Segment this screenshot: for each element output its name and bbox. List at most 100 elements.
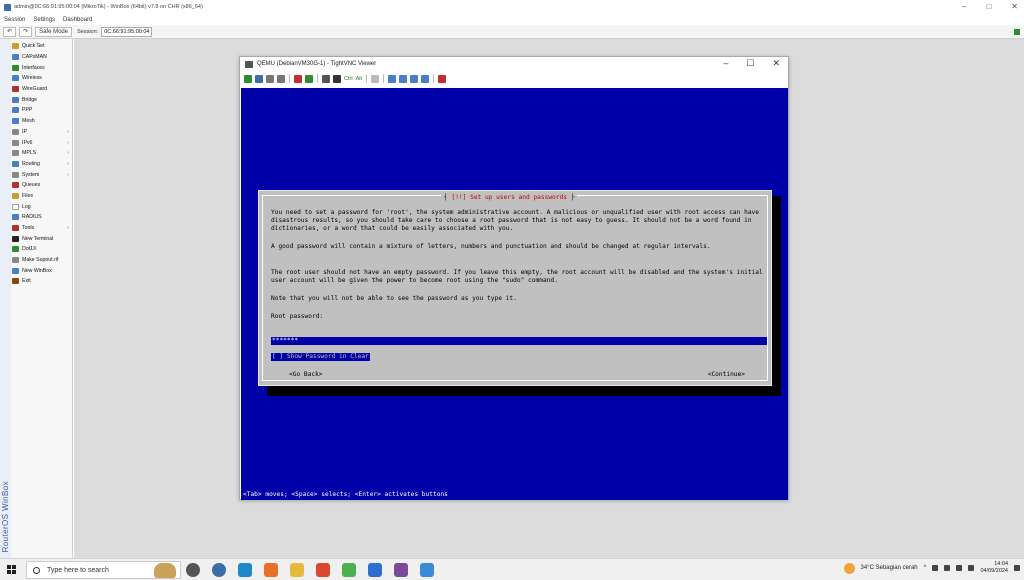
- go-back-button[interactable]: <Go Back>: [289, 371, 323, 378]
- supout-icon: [12, 257, 19, 264]
- show-password-checkbox[interactable]: [ ] Show Password in Clear: [271, 353, 370, 361]
- weather-text[interactable]: 34°C Sebagian cerah: [861, 565, 918, 571]
- win-key-icon[interactable]: [333, 74, 341, 83]
- sidebar-item-ipv6[interactable]: IPv6 ›: [12, 137, 72, 148]
- widgets-icon[interactable]: [212, 563, 226, 577]
- options-icon[interactable]: [266, 74, 274, 83]
- sidebar-item-dot1x[interactable]: Dot1X: [12, 244, 72, 255]
- refresh-icon[interactable]: [305, 74, 313, 83]
- zoom-out-icon[interactable]: [398, 74, 407, 83]
- title-bracket-right: ├: [570, 194, 575, 201]
- sidebar-item-new-terminal[interactable]: New Terminal: [12, 233, 72, 244]
- ppp-icon: [12, 107, 19, 114]
- submenu-arrow-icon: ›: [67, 160, 69, 167]
- sidebar-item-mpls[interactable]: MPLS ›: [12, 148, 72, 159]
- vnc-close-icon[interactable]: ✕: [772, 58, 780, 69]
- tools-icon: [12, 225, 19, 232]
- vnc-toolbar: Ctrl Alt: [240, 72, 788, 85]
- sidebar-item-label: New WinBox: [22, 267, 52, 274]
- taskbar-search-box[interactable]: Type here to search: [26, 561, 181, 579]
- session-field[interactable]: 0C:66:91:95:00:04: [101, 26, 153, 37]
- zoom-in-icon[interactable]: [387, 74, 396, 83]
- network-icon[interactable]: [944, 565, 951, 571]
- chrome-icon[interactable]: [316, 563, 330, 577]
- menu-settings[interactable]: Settings: [33, 17, 55, 23]
- app-icon-2[interactable]: [368, 563, 382, 577]
- sidebar-item-radius[interactable]: RADIUS: [12, 212, 72, 223]
- pen-icon[interactable]: [932, 565, 939, 571]
- battery-icon[interactable]: [968, 565, 975, 571]
- file-explorer-icon[interactable]: [290, 563, 304, 577]
- new-connection-icon[interactable]: [244, 74, 252, 83]
- sidebar-item-label: Bridge: [22, 96, 37, 103]
- ctrl-alt-del-icon[interactable]: [322, 74, 330, 83]
- vnc-remote-screen[interactable]: ┤ [!!] Set up users and passwords ├ You …: [241, 88, 788, 500]
- toolbar-separator: [432, 74, 434, 83]
- fullscreen-icon[interactable]: [437, 74, 446, 83]
- close-icon[interactable]: ✕: [1011, 2, 1018, 11]
- tightvnc-icon[interactable]: [420, 563, 434, 577]
- vnc-maximize-icon[interactable]: ☐: [746, 58, 754, 69]
- alt-key-toggle[interactable]: Alt: [356, 76, 362, 82]
- taskbar-clock[interactable]: 14:04 04/09/2024: [980, 561, 1008, 575]
- dialog-title-text: [!!] Set up users and passwords: [451, 194, 567, 201]
- sidebar-item-capsman[interactable]: CAPsMAN: [12, 52, 72, 63]
- qemu-icon: [245, 60, 253, 68]
- firefox-icon[interactable]: [264, 563, 278, 577]
- clipboard-icon[interactable]: [370, 74, 379, 83]
- maximize-icon[interactable]: □: [986, 2, 991, 11]
- sidebar-item-tools[interactable]: Tools ›: [12, 223, 72, 234]
- toolbar-separator: [365, 74, 367, 83]
- continue-button[interactable]: <Continue>: [708, 371, 745, 378]
- redo-button[interactable]: ↷: [19, 26, 33, 37]
- sidebar-item-queues[interactable]: Queues: [12, 180, 72, 191]
- mpls-icon: [12, 150, 19, 157]
- sidebar-item-ip[interactable]: IP ›: [12, 127, 72, 138]
- minimize-icon[interactable]: –: [962, 2, 966, 11]
- zoom-fit-icon[interactable]: [420, 74, 429, 83]
- sidebar-item-routing[interactable]: Routing ›: [12, 159, 72, 170]
- sidebar-item-label: RADIUS: [22, 214, 42, 221]
- root-password-input[interactable]: *******: [271, 337, 767, 345]
- ip-icon: [12, 128, 19, 135]
- volume-icon[interactable]: [956, 565, 963, 571]
- sidebar-item-new-winbox[interactable]: New WinBox: [12, 265, 72, 276]
- weather-icon[interactable]: [843, 562, 855, 574]
- vnc-minimize-icon[interactable]: –: [723, 58, 728, 69]
- sidebar-item-log[interactable]: Log: [12, 201, 72, 212]
- menu-session[interactable]: Session: [4, 17, 25, 23]
- save-icon[interactable]: [255, 74, 263, 83]
- app-icon[interactable]: [342, 563, 356, 577]
- root-password-intro: You need to set a password for 'root', t…: [271, 209, 759, 232]
- sidebar-item-wireguard[interactable]: WireGuard: [12, 84, 72, 95]
- start-button[interactable]: [0, 559, 22, 580]
- routing-icon: [12, 160, 19, 167]
- log-icon: [12, 203, 19, 210]
- sidebar-item-wireless[interactable]: Wireless: [12, 73, 72, 84]
- menu-dashboard[interactable]: Dashboard: [63, 17, 92, 23]
- edge-icon[interactable]: [238, 563, 252, 577]
- info-icon[interactable]: [277, 74, 285, 83]
- sidebar-item-interfaces[interactable]: Interfaces: [12, 62, 72, 73]
- task-view-icon[interactable]: [186, 563, 200, 577]
- sidebar-item-ppp[interactable]: PPP: [12, 105, 72, 116]
- sidebar-item-bridge[interactable]: Bridge: [12, 94, 72, 105]
- sidebar-item-files[interactable]: Files: [12, 191, 72, 202]
- zoom-100-icon[interactable]: [409, 74, 418, 83]
- notification-icon[interactable]: [1014, 565, 1020, 571]
- sidebar-item-mesh[interactable]: Mesh: [12, 116, 72, 127]
- sidebar-item-quick-set[interactable]: Quick Set: [12, 41, 72, 52]
- winbox-title-bar: admin@0C:66:91:95:00:04 (MikroTik) - Win…: [0, 0, 1024, 14]
- pause-icon[interactable]: [294, 74, 302, 83]
- chevron-up-icon[interactable]: ^: [924, 565, 927, 571]
- terminal-icon: [12, 235, 19, 242]
- undo-button[interactable]: ↶: [3, 26, 17, 37]
- winbox-taskbar-icon[interactable]: [394, 563, 408, 577]
- ctrl-key-toggle[interactable]: Ctrl: [344, 76, 353, 82]
- safe-mode-button[interactable]: Safe Mode: [35, 26, 73, 37]
- sidebar-item-exit[interactable]: Exit: [12, 276, 72, 287]
- submenu-arrow-icon: ›: [67, 150, 69, 157]
- sidebar-item-make-supout-rif[interactable]: Make Supout.rif: [12, 255, 72, 266]
- sidebar-item-label: Log: [22, 203, 31, 210]
- sidebar-item-system[interactable]: System ›: [12, 169, 72, 180]
